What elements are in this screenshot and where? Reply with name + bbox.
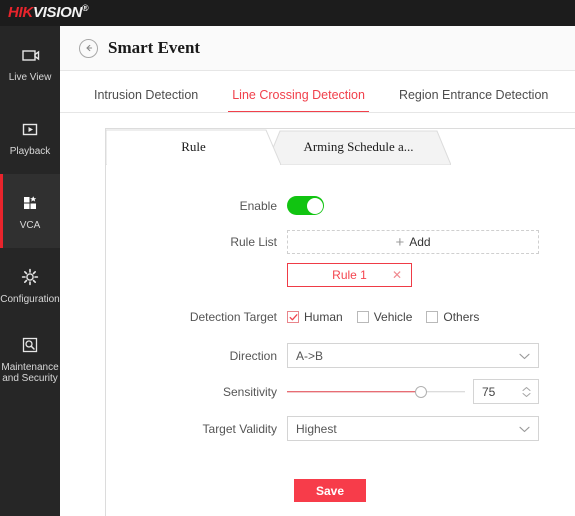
chevron-up-icon [522,386,531,391]
rule-item-label: Rule 1 [332,268,367,282]
checkbox-label: Vehicle [373,310,413,324]
tab-region-entrance-detection[interactable]: Region Entrance Detection [399,88,548,112]
page-header: Smart Event [60,26,575,71]
tab-rule[interactable]: Rule [106,129,281,165]
camera-icon [19,44,41,66]
top-brand-bar: HIKVISION® [0,0,575,26]
checkbox-box [356,311,369,323]
sensitivity-value: 75 [482,384,496,399]
sidebar-item-vca[interactable]: VCA [0,174,60,248]
sidebar-item-configuration[interactable]: Configuration [0,248,60,322]
inner-tab-label: Rule [181,139,206,154]
checkbox-box [287,311,299,323]
checkbox-human[interactable]: Human [287,310,343,324]
sidebar-item-live-view[interactable]: Live View [0,26,60,100]
sidebar-item-playback[interactable]: Playback [0,100,60,174]
toggle-knob [306,197,323,214]
direction-label: Direction [229,348,277,363]
slider-fill [287,390,421,393]
rule-list-label: Rule List [230,235,277,249]
enable-label: Enable [239,198,277,213]
add-rule-label: Add [409,235,431,249]
plus-icon: + [395,233,405,251]
row-target-validity: Target Validity Highest [105,416,575,441]
row-rule-list: Rule List + Add [105,230,575,254]
checkbox-vehicle[interactable]: Vehicle [356,310,413,324]
sidebar-item-label: Live View [8,71,52,83]
checkbox-label: Human [304,310,343,324]
vca-grid-icon [19,192,41,214]
logo-text-vision: VISION [32,4,82,21]
sidebar-item-maintenance-and-security[interactable]: Maintenance and Security [0,322,60,396]
close-icon[interactable]: ✕ [392,269,402,281]
sensitivity-label: Sensitivity [222,384,277,399]
gear-icon [19,266,41,288]
add-rule-button[interactable]: + Add [287,230,539,254]
target-validity-value: Highest [296,421,337,436]
chevron-down-icon [519,349,530,363]
playback-icon [19,118,41,140]
tab-line-crossing-detection[interactable]: Line Crossing Detection [228,88,369,112]
detection-target-label: Detection Target [189,310,277,324]
tab-intrusion-detection[interactable]: Intrusion Detection [94,88,198,112]
checkbox-others[interactable]: Others [426,310,479,324]
sensitivity-slider[interactable] [287,379,465,404]
detection-tab-bar: Intrusion Detection Line Crossing Detect… [60,71,575,113]
sensitivity-stepper[interactable]: 75 [473,379,539,404]
checkbox-label: Others [443,310,480,324]
left-sidebar: Live View Playback VCA Configuration Mai… [0,26,60,516]
chevron-down-icon [519,422,530,436]
row-direction: Direction A->B [105,343,575,368]
inner-tab-bar: Arming Schedule a... Rule [106,129,575,165]
save-button[interactable]: Save [294,479,366,502]
page-title: Smart Event [108,38,201,57]
sidebar-item-label: Maintenance and Security [1,362,59,384]
tab-arming-schedule[interactable]: Arming Schedule a... [266,129,451,165]
logo-text-hik: HIK [8,4,33,21]
direction-value: A->B [296,348,324,363]
enable-toggle[interactable] [287,196,324,215]
magnifier-icon [19,334,41,356]
checkbox-box [426,311,439,323]
direction-select[interactable]: A->B [287,343,539,368]
target-validity-label: Target Validity [202,421,277,436]
rule-item-rule-1[interactable]: Rule 1 ✕ [287,263,412,287]
row-enable: Enable [105,196,575,215]
slider-handle[interactable] [414,385,427,398]
back-arrow-icon[interactable] [79,38,98,58]
row-sensitivity: Sensitivity 75 [105,379,575,404]
sidebar-item-label: Playback [9,145,51,157]
sidebar-item-label: Configuration [0,293,60,305]
row-rule-chip: Rule 1 ✕ [105,263,575,287]
target-validity-select[interactable]: Highest [287,416,539,441]
inner-tab-label: Arming Schedule a... [303,139,414,154]
stepper-arrows [522,386,531,397]
hikvision-logo: HIKVISION® [8,3,89,21]
logo-registered-mark: ® [81,3,89,13]
sidebar-item-label: VCA [19,219,41,231]
row-detection-target: Detection Target Human Vehicle Others [105,310,575,324]
detection-target-options: Human Vehicle Others [287,310,489,324]
chevron-down-icon [522,392,531,397]
